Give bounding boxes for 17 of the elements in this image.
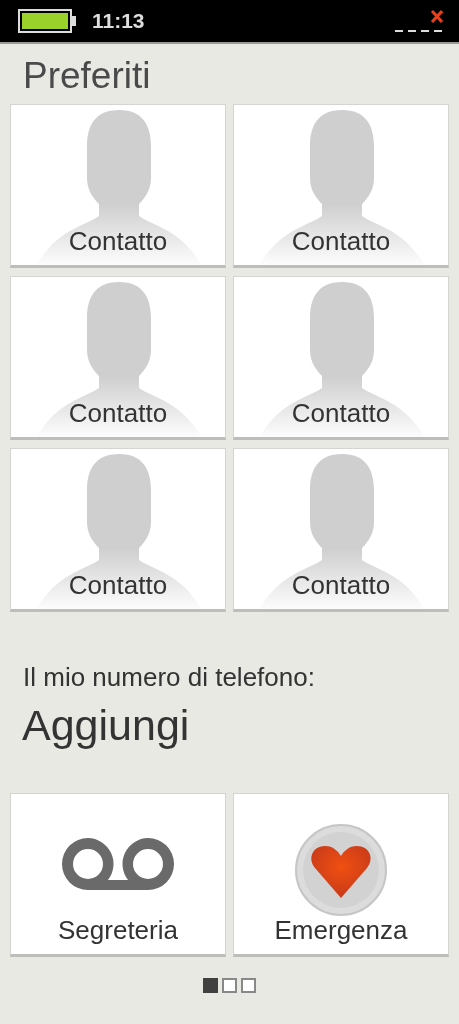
emergency-tile[interactable]: Emergenza [233,793,449,957]
page-indicator[interactable] [222,978,237,993]
battery-icon [18,9,78,33]
add-number-link[interactable]: Aggiungi [22,701,459,755]
page-title: Preferiti [23,56,152,98]
contact-tile[interactable]: Contatto [233,448,449,612]
close-icon[interactable] [395,9,443,33]
phone-number-label: Il mio numero di telefono: [23,662,316,693]
contact-tile[interactable]: Contatto [10,276,226,440]
voicemail-tile[interactable]: Segreteria [10,793,226,957]
clock-time: 11:13 [92,9,146,33]
contact-tile[interactable]: Contatto [10,104,226,268]
contact-tile[interactable]: Contatto [233,104,449,268]
contact-tile[interactable]: Contatto [10,448,226,612]
page-indicator[interactable] [241,978,256,993]
voicemail-icon [62,838,174,890]
contact-tile[interactable]: Contatto [233,276,449,440]
